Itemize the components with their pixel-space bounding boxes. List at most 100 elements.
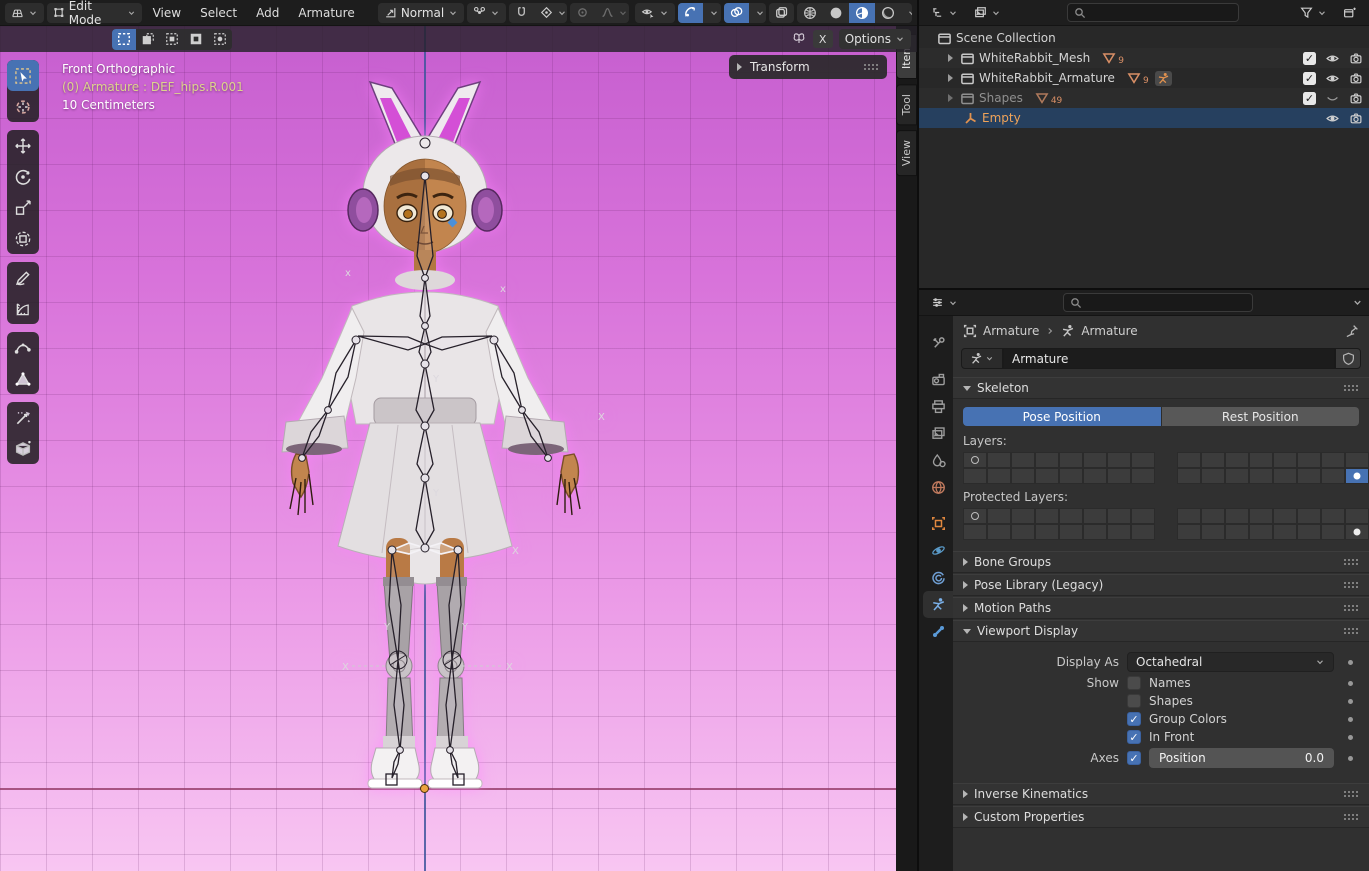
tool-transform[interactable]: [7, 223, 39, 254]
drag-dots-handle[interactable]: [1343, 790, 1359, 798]
panel-header-motion-paths[interactable]: Motion Paths: [953, 597, 1369, 619]
tool-shear[interactable]: [7, 433, 39, 464]
shading-solid-button[interactable]: [823, 3, 849, 23]
layer-cell[interactable]: [1345, 452, 1369, 468]
layer-cell[interactable]: [1321, 508, 1345, 524]
outliner-editor-type-button[interactable]: [925, 3, 964, 23]
properties-filter-dropdown[interactable]: [1352, 297, 1363, 308]
sidebar-tab-view[interactable]: View: [896, 130, 917, 176]
layer-cell[interactable]: [1321, 452, 1345, 468]
group-colors-checkbox[interactable]: [1127, 712, 1141, 726]
drag-dots-handle[interactable]: [1343, 558, 1359, 566]
layer-cell[interactable]: [1059, 468, 1083, 484]
tab-armature-data[interactable]: [923, 591, 953, 618]
layer-cell[interactable]: [1225, 468, 1249, 484]
menu-select[interactable]: Select: [192, 3, 245, 23]
tab-output[interactable]: [923, 393, 953, 420]
camera-visibility-icon[interactable]: [1349, 112, 1363, 125]
layer-cell[interactable]: [1225, 452, 1249, 468]
layer-cell[interactable]: [1035, 508, 1059, 524]
mirror-x-toggle[interactable]: X: [813, 30, 833, 48]
tab-physics[interactable]: [923, 537, 953, 564]
tool-cursor[interactable]: [7, 91, 39, 122]
layer-cell[interactable]: [1177, 508, 1201, 524]
layer-cell[interactable]: [1297, 468, 1321, 484]
layer-cell[interactable]: [1011, 524, 1035, 540]
layer-cell[interactable]: [1177, 524, 1201, 540]
panel-header-custom-properties[interactable]: Custom Properties: [953, 806, 1369, 828]
breadcrumb-data-name[interactable]: Armature: [1081, 324, 1137, 338]
select-mode-invert[interactable]: [184, 29, 208, 50]
shading-wireframe-button[interactable]: [797, 3, 823, 23]
panel-header-bone-groups[interactable]: Bone Groups: [953, 551, 1369, 573]
layer-cell[interactable]: [1107, 524, 1131, 540]
layer-cell[interactable]: [1083, 452, 1107, 468]
layer-cell[interactable]: [1321, 468, 1345, 484]
editor-type-button[interactable]: [5, 3, 44, 23]
layer-cell[interactable]: [1297, 452, 1321, 468]
tab-constraints[interactable]: [923, 564, 953, 591]
layer-cell[interactable]: [1273, 468, 1297, 484]
shading-material-button[interactable]: [849, 3, 875, 23]
layer-cell[interactable]: [1273, 508, 1297, 524]
tool-extrude-to-cursor[interactable]: [7, 402, 39, 433]
layer-cell[interactable]: [1107, 508, 1131, 524]
layer-cell[interactable]: [1011, 452, 1035, 468]
layer-cell[interactable]: [1177, 452, 1201, 468]
breadcrumb-object-name[interactable]: Armature: [983, 324, 1039, 338]
shapes-checkbox[interactable]: [1127, 694, 1141, 708]
character-model[interactable]: xx YY YY XX XX: [0, 26, 917, 871]
tab-tool[interactable]: [923, 330, 953, 357]
layer-cell[interactable]: [1273, 452, 1297, 468]
tool-select-box[interactable]: [7, 60, 39, 91]
outliner-search-input[interactable]: [1067, 3, 1239, 22]
layer-cell[interactable]: [1345, 468, 1369, 484]
layer-cell[interactable]: [1011, 468, 1035, 484]
properties-search-input[interactable]: [1063, 293, 1253, 312]
menu-view[interactable]: View: [145, 3, 189, 23]
shading-dropdown[interactable]: [901, 3, 912, 23]
animate-dot-icon[interactable]: [1348, 717, 1353, 722]
eye-icon[interactable]: [1325, 52, 1340, 65]
layer-cell[interactable]: [1297, 524, 1321, 540]
panel-header-skeleton[interactable]: Skeleton: [953, 377, 1369, 399]
layer-cell[interactable]: [1059, 452, 1083, 468]
layer-cell[interactable]: [1131, 468, 1155, 484]
layer-cell[interactable]: [1131, 524, 1155, 540]
selectability-checkbox[interactable]: ✓: [1303, 52, 1316, 65]
disclosure-triangle-icon[interactable]: [948, 74, 953, 82]
tab-bone[interactable]: [923, 618, 953, 645]
layer-cell[interactable]: [963, 468, 987, 484]
layer-cell[interactable]: [1177, 468, 1201, 484]
layer-cell[interactable]: [1131, 452, 1155, 468]
outliner-filter-button[interactable]: [1294, 3, 1333, 23]
layer-cell[interactable]: [1107, 468, 1131, 484]
gizmos-dropdown[interactable]: [703, 3, 721, 23]
viewport-canvas[interactable]: xx YY YY XX XX: [0, 26, 917, 871]
drag-dots-handle[interactable]: [1343, 581, 1359, 589]
new-collection-button[interactable]: [1337, 3, 1363, 23]
outliner-row-whiterabbit-mesh[interactable]: WhiteRabbit_Mesh 9 ✓: [919, 48, 1369, 68]
layer-cell[interactable]: [1225, 508, 1249, 524]
in-front-checkbox[interactable]: [1127, 730, 1141, 744]
xray-toggle[interactable]: [769, 3, 794, 23]
layer-cell[interactable]: [963, 524, 987, 540]
layer-cell[interactable]: [1201, 468, 1225, 484]
layer-cell[interactable]: [963, 508, 987, 524]
camera-visibility-icon[interactable]: [1349, 72, 1363, 85]
overlays-dropdown[interactable]: [749, 3, 767, 23]
panel-header-inverse-kinematics[interactable]: Inverse Kinematics: [953, 783, 1369, 805]
outliner-row-whiterabbit-armature[interactable]: WhiteRabbit_Armature 9 ✓: [919, 68, 1369, 88]
layer-cell[interactable]: [987, 524, 1011, 540]
eye-closed-icon[interactable]: [1325, 92, 1340, 105]
pose-position-button[interactable]: Pose Position: [963, 407, 1162, 426]
panel-header-pose-library[interactable]: Pose Library (Legacy): [953, 574, 1369, 596]
layer-cell[interactable]: [987, 508, 1011, 524]
layer-cell[interactable]: [1225, 524, 1249, 540]
layer-cell[interactable]: [1201, 452, 1225, 468]
mode-dropdown[interactable]: Edit Mode: [47, 3, 142, 23]
tool-scale[interactable]: [7, 192, 39, 223]
names-checkbox[interactable]: [1127, 676, 1141, 690]
shading-rendered-button[interactable]: [875, 3, 901, 23]
drag-dots-handle[interactable]: [1343, 604, 1359, 612]
